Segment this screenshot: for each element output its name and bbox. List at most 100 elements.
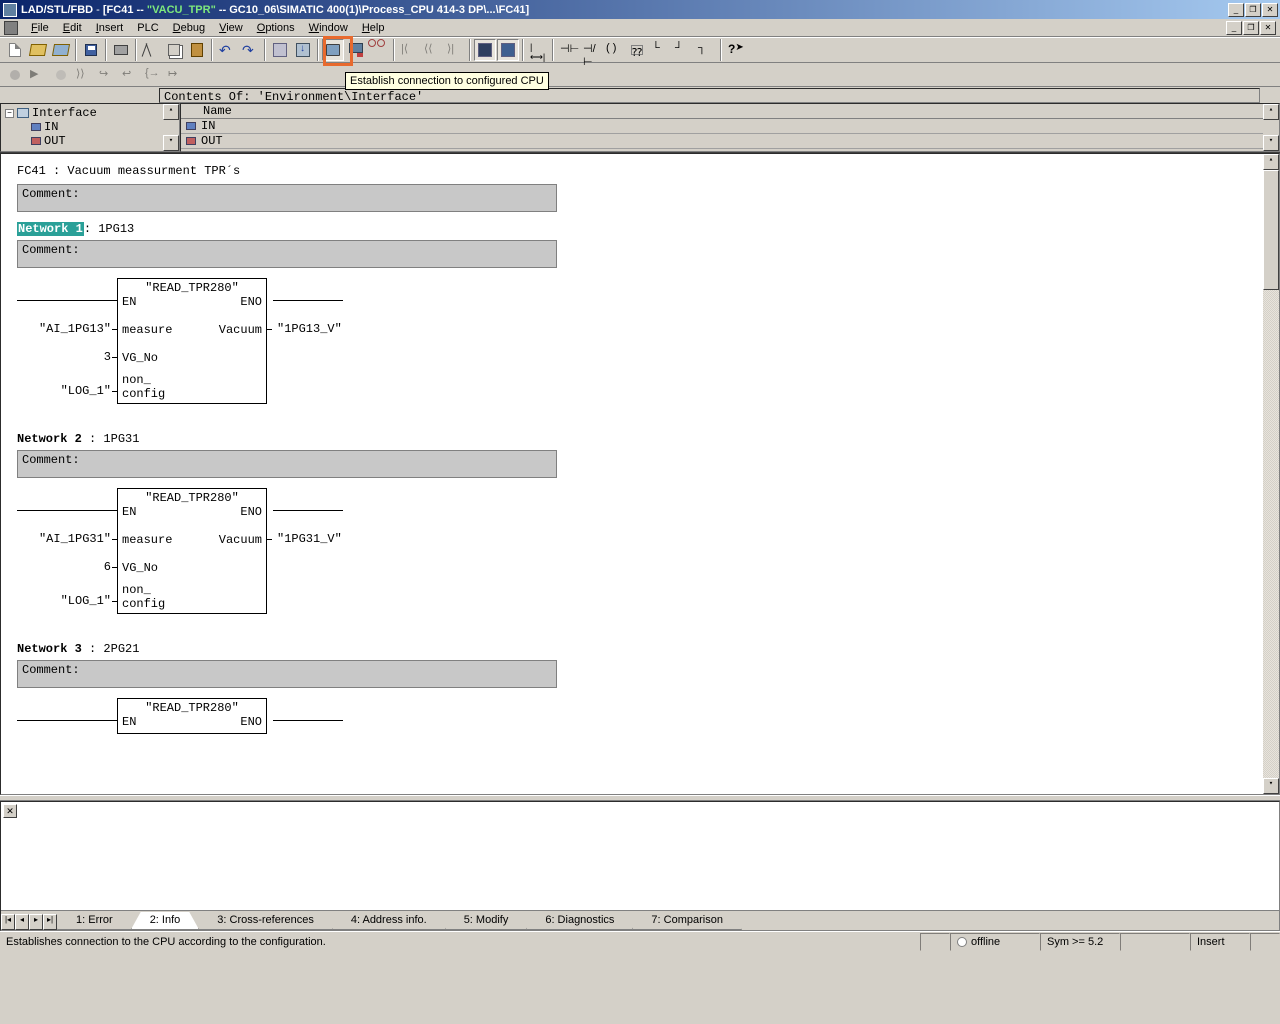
catalog-button[interactable]: |⟷| — [527, 39, 549, 61]
network-comment[interactable]: Comment: — [17, 240, 557, 268]
menu-debug[interactable]: Debug — [166, 20, 212, 36]
stop-button[interactable] — [50, 64, 72, 86]
close-button[interactable]: ✕ — [1262, 3, 1278, 17]
block-comment[interactable]: Comment: — [17, 184, 557, 212]
new-button[interactable] — [4, 39, 26, 61]
breakpoint-button[interactable] — [4, 64, 26, 86]
insert-contact-nc-button[interactable]: ⊣/⊢ — [580, 39, 602, 61]
minimize-button[interactable]: _ — [1228, 3, 1244, 17]
function-block[interactable]: "READ_TPR280" EN ENO measure VG_No non_ … — [117, 488, 267, 614]
tab-last-button[interactable]: ▸| — [43, 914, 57, 930]
tab-info[interactable]: 2: Info — [131, 912, 200, 930]
menu-options[interactable]: Options — [250, 20, 302, 36]
conn-nonconfig[interactable]: "LOG_1" — [17, 384, 111, 398]
tree-out[interactable]: OUT — [3, 134, 177, 148]
undo-button[interactable] — [216, 39, 238, 61]
tab-diagnostics[interactable]: 6: Diagnostics — [526, 912, 633, 930]
menu-view[interactable]: View — [212, 20, 250, 36]
function-block[interactable]: "READ_TPR280" EN ENO measure VG_No non_ … — [117, 278, 267, 404]
scroll-down-button[interactable]: ▾ — [1263, 135, 1279, 151]
tree-root[interactable]: − Interface — [3, 106, 177, 120]
network-header[interactable]: Network 3 : 2PG21 — [17, 642, 1263, 656]
tab-error[interactable]: 1: Error — [57, 912, 132, 930]
tab-first-button[interactable]: |◂ — [1, 914, 15, 930]
conn-measure[interactable]: "AI_1PG31" — [17, 532, 111, 546]
step-button[interactable]: {→ — [142, 64, 164, 86]
conn-nonconfig[interactable]: "LOG_1" — [17, 594, 111, 608]
network-comment[interactable]: Comment: — [17, 660, 557, 688]
lad-editor[interactable]: FC41 : Vacuum meassurment TPR´s Comment:… — [0, 153, 1280, 795]
accessible-nodes-button[interactable] — [269, 39, 291, 61]
insert-box-button[interactable]: ⁇ — [626, 39, 648, 61]
mdi-close-button[interactable]: ✕ — [1260, 21, 1276, 35]
lad-network-1[interactable]: "READ_TPR280" EN ENO measure VG_No non_ … — [17, 278, 1263, 408]
name-scrollbar[interactable]: ▴ ▾ — [1263, 104, 1279, 151]
monitor-offline-button[interactable] — [322, 39, 344, 61]
connection-button[interactable]: ┐ — [695, 39, 717, 61]
network-header[interactable]: Network 1: 1PG13 — [17, 222, 1263, 236]
next-button[interactable]: ⟩| — [444, 39, 466, 61]
name-header[interactable]: Name — [181, 104, 1279, 119]
conn-vgno[interactable]: 3 — [17, 350, 111, 364]
panel-close-button[interactable]: ✕ — [3, 804, 17, 818]
menu-edit[interactable]: Edit — [56, 20, 89, 36]
menu-plc[interactable]: PLC — [130, 20, 165, 36]
conn-vacuum[interactable]: "1PG31_V" — [277, 532, 342, 546]
prev-button[interactable]: ⟨⟨ — [421, 39, 443, 61]
insert-contact-no-button[interactable]: ⊣⊢ — [557, 39, 579, 61]
establish-connection-button[interactable] — [345, 39, 367, 61]
network-header[interactable]: Network 2 : 1PG31 — [17, 432, 1263, 446]
goto-start-button[interactable]: |⟨ — [398, 39, 420, 61]
menu-insert[interactable]: Insert — [89, 20, 131, 36]
copy-button[interactable] — [163, 39, 185, 61]
menu-file[interactable]: File — [24, 20, 56, 36]
step-over-button[interactable]: ⟩⟩ — [73, 64, 95, 86]
tab-modify[interactable]: 5: Modify — [445, 912, 528, 930]
scroll-down-button[interactable]: ▾ — [1263, 778, 1279, 794]
tab-prev-button[interactable]: ◂ — [15, 914, 29, 930]
save-button[interactable] — [80, 39, 102, 61]
print-button[interactable] — [110, 39, 132, 61]
continue-button[interactable]: ↦ — [165, 64, 187, 86]
tab-comparison[interactable]: 7: Comparison — [632, 912, 742, 930]
open-branch-button[interactable]: └ — [649, 39, 671, 61]
scroll-up-button[interactable]: ▴ — [163, 104, 179, 120]
scroll-down-button[interactable]: ▾ — [163, 135, 179, 151]
tab-next-button[interactable]: ▸ — [29, 914, 43, 930]
scroll-up-button[interactable]: ▴ — [1263, 104, 1279, 120]
download-button[interactable] — [292, 39, 314, 61]
tab-address[interactable]: 4: Address info. — [332, 912, 446, 930]
function-block[interactable]: "READ_TPR280" EN ENO — [117, 698, 267, 734]
mdi-minimize-button[interactable]: _ — [1226, 21, 1242, 35]
details-button[interactable] — [497, 39, 519, 61]
step-out-button[interactable]: ↩ — [119, 64, 141, 86]
run-to-button[interactable]: ▶ — [27, 64, 49, 86]
open-online-button[interactable] — [50, 39, 72, 61]
collapse-icon[interactable]: − — [5, 109, 14, 118]
open-button[interactable] — [27, 39, 49, 61]
scroll-thumb[interactable] — [1263, 170, 1279, 290]
name-row-in[interactable]: IN — [181, 119, 1279, 134]
lad-network-3[interactable]: "READ_TPR280" EN ENO — [17, 698, 1263, 738]
name-row-out[interactable]: OUT — [181, 134, 1279, 149]
scroll-up-button[interactable]: ▴ — [1263, 154, 1279, 170]
tree-in[interactable]: IN — [3, 120, 177, 134]
help-button[interactable] — [725, 39, 747, 61]
step-into-button[interactable]: ↪ — [96, 64, 118, 86]
lad-network-2[interactable]: "READ_TPR280" EN ENO measure VG_No non_ … — [17, 488, 1263, 618]
menu-help[interactable]: Help — [355, 20, 392, 36]
conn-vgno[interactable]: 6 — [17, 560, 111, 574]
tab-crossref[interactable]: 3: Cross-references — [198, 912, 333, 930]
cut-button[interactable] — [140, 39, 162, 61]
close-branch-button[interactable]: ┘ — [672, 39, 694, 61]
conn-vacuum[interactable]: "1PG13_V" — [277, 322, 342, 336]
mdi-child-icon[interactable] — [4, 21, 18, 35]
mdi-restore-button[interactable]: ❐ — [1243, 21, 1259, 35]
conn-measure[interactable]: "AI_1PG13" — [17, 322, 111, 336]
menu-window[interactable]: Window — [302, 20, 355, 36]
insert-coil-button[interactable]: ( ) — [603, 39, 625, 61]
paste-button[interactable] — [186, 39, 208, 61]
redo-button[interactable] — [239, 39, 261, 61]
monitor-glasses-button[interactable] — [368, 39, 390, 61]
interface-tree[interactable]: − Interface IN OUT ▴ ▾ — [0, 103, 180, 152]
